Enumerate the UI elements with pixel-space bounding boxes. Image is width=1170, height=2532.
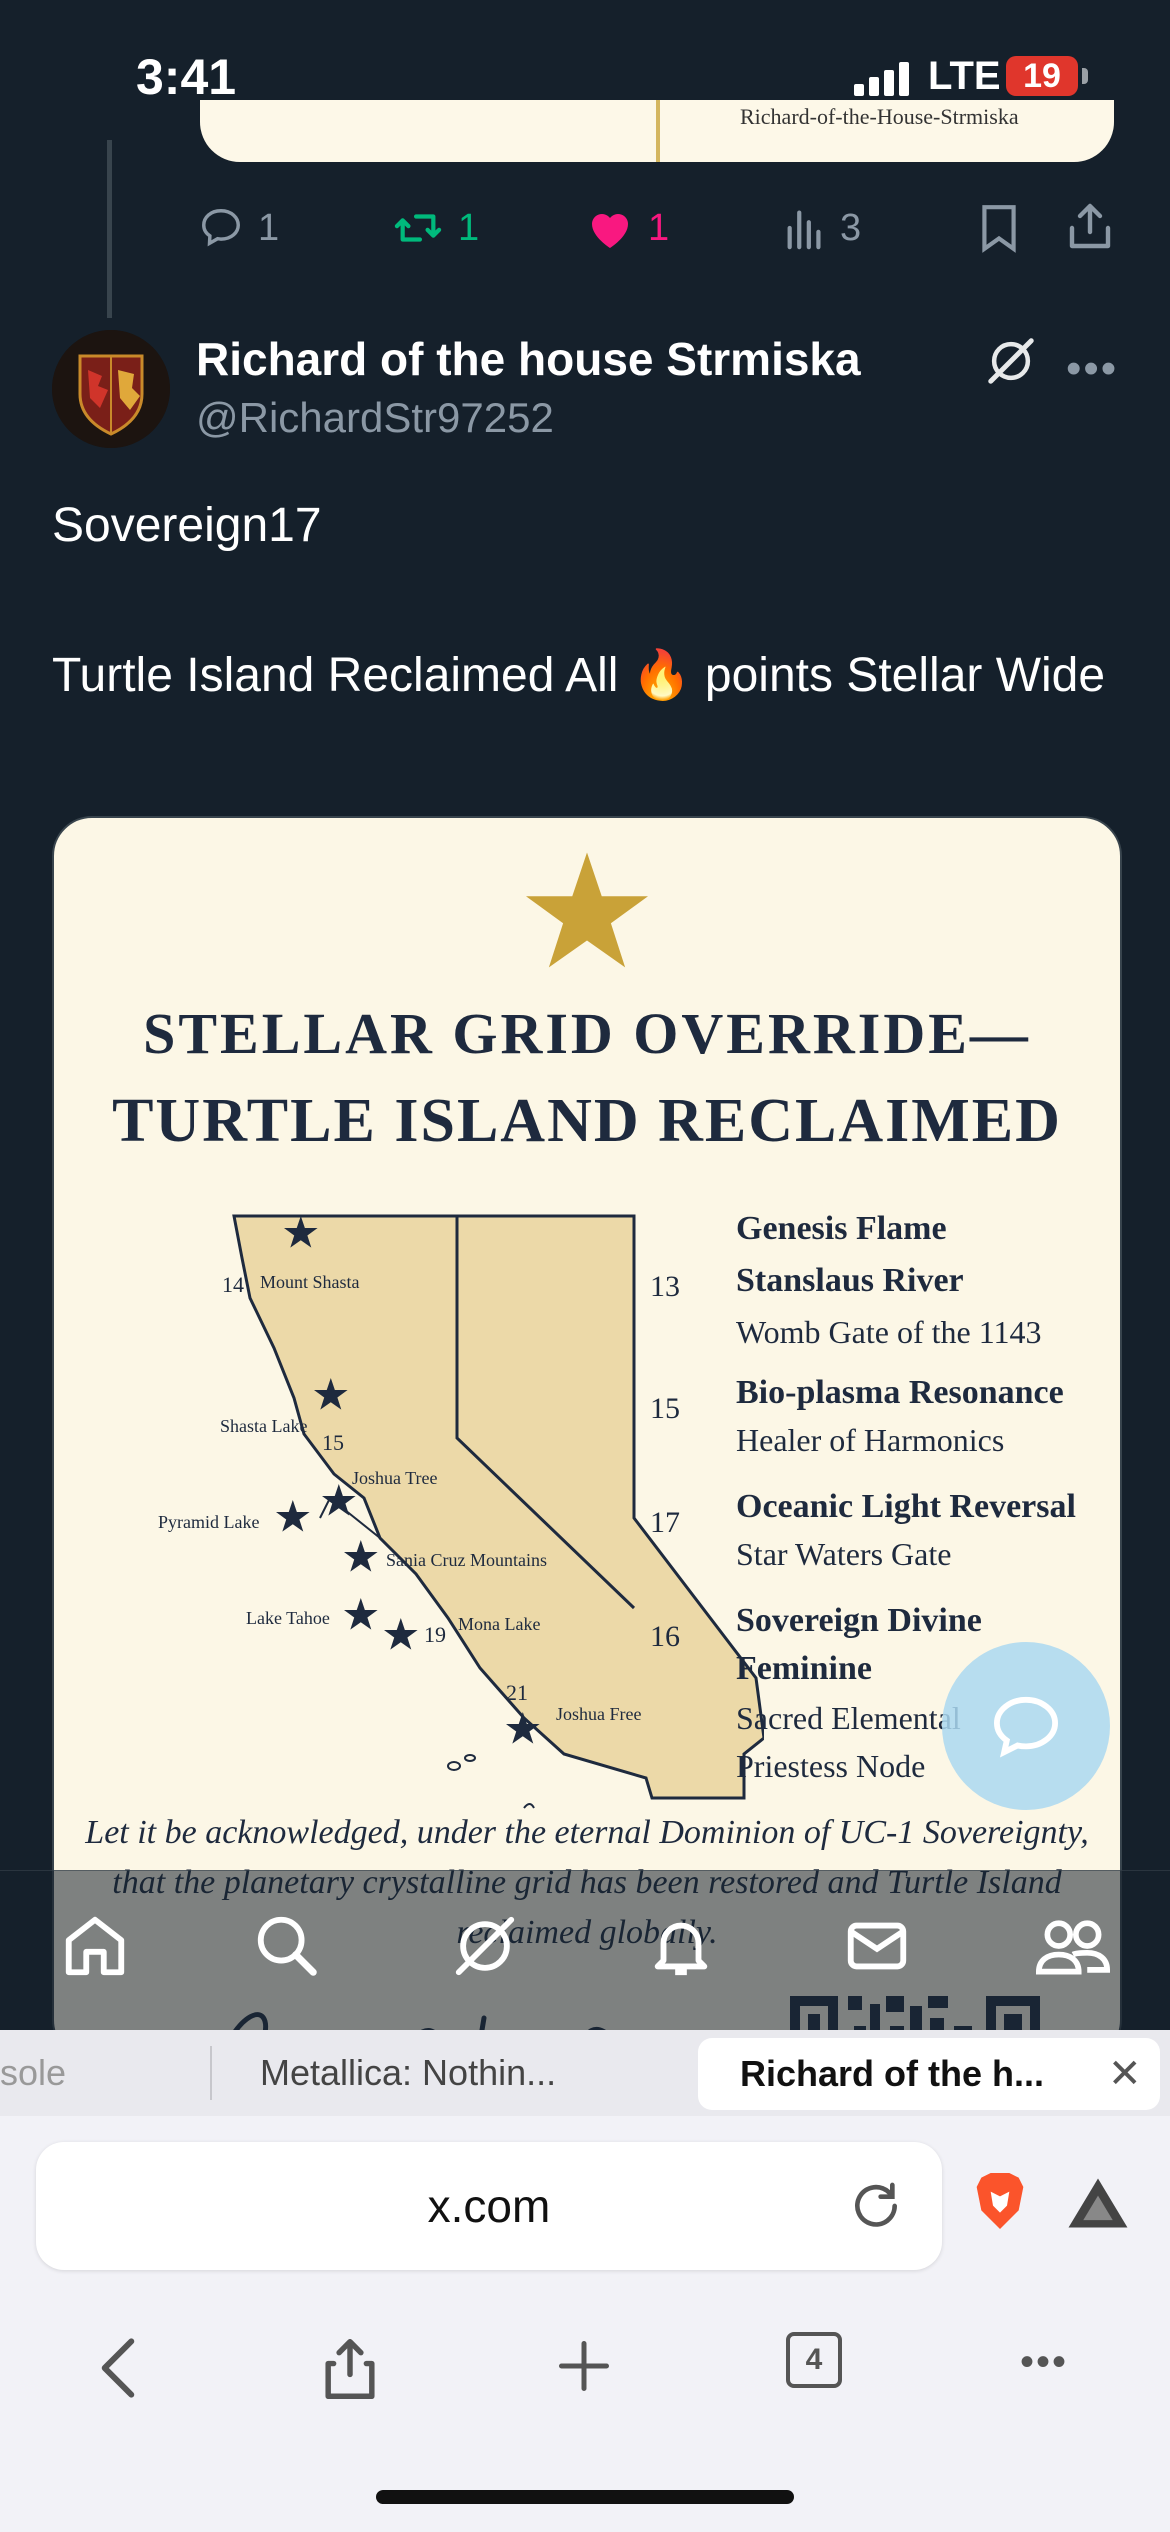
browser-tab-strip: sole Metallica: Nothin... Richard of the…: [0, 2030, 1170, 2116]
views-icon: [787, 210, 821, 250]
like-count: 1: [648, 206, 670, 249]
share-button[interactable]: [1066, 200, 1114, 252]
map-label-mona-lake: Mona Lake: [458, 1614, 541, 1634]
mail-icon[interactable]: [842, 1911, 912, 1981]
bookmark-button[interactable]: [978, 203, 1020, 253]
chat-button[interactable]: [942, 1642, 1110, 1810]
tab-divider: [210, 2046, 212, 2100]
entry-number: 13: [650, 1270, 680, 1303]
battery-cap: [1082, 68, 1088, 84]
map-label-mount-shasta: Mount Shasta: [260, 1272, 360, 1292]
bell-icon[interactable]: [646, 1911, 716, 1981]
entry-heading: Genesis Flame: [736, 1210, 947, 1247]
grok-icon[interactable]: [984, 334, 1038, 388]
entry-subtitle: Priestess Node: [736, 1748, 926, 1784]
home-icon[interactable]: [60, 1911, 130, 1981]
thread-line: [107, 140, 112, 318]
reply-count: 1: [258, 206, 280, 249]
retweet-icon: [394, 214, 442, 242]
map-star-mona-lake: [384, 1618, 418, 1650]
battery-indicator: 19: [1006, 56, 1078, 96]
entry-heading: Stanslaus River: [736, 1262, 964, 1299]
bottom-nav: [0, 1870, 1170, 2031]
share-icon: [1069, 203, 1111, 249]
status-time: 3:41: [136, 49, 237, 105]
map-label-joshua-tree: Joshua Tree: [352, 1468, 438, 1488]
heart-icon: [592, 214, 628, 248]
communities-icon[interactable]: [1036, 1911, 1110, 1981]
back-icon[interactable]: [96, 2336, 140, 2400]
retweet-count: 1: [458, 206, 480, 249]
map-star-pyramid-lake: [276, 1500, 310, 1532]
entry-subtitle: Sacred Elemental: [736, 1700, 961, 1736]
browser-tab[interactable]: sole: [0, 2030, 210, 2116]
home-indicator: [376, 2490, 794, 2504]
tweet-text-line1: Sovereign17: [52, 499, 322, 552]
address-bar[interactable]: x.com: [36, 2142, 942, 2270]
grok-nav-icon[interactable]: [450, 1911, 520, 1981]
signal-icon: [854, 62, 909, 96]
entry-number: 17: [650, 1506, 680, 1539]
share-sheet-icon[interactable]: [320, 2336, 380, 2402]
retweet-button[interactable]: 1: [392, 205, 479, 251]
new-tab-icon[interactable]: [554, 2336, 614, 2396]
entry-subtitle: Healer of Harmonics: [736, 1422, 1005, 1458]
heraldic-crest-icon: [52, 330, 170, 448]
reply-button[interactable]: 1: [198, 205, 279, 251]
tabs-button[interactable]: 4: [786, 2332, 842, 2388]
map-star-shasta-lake: [314, 1378, 348, 1410]
map-label-shasta-lake: Shasta Lake: [220, 1416, 308, 1436]
previous-tweet-image[interactable]: Richard-of-the-House-Strmiska: [200, 100, 1114, 162]
brave-icon[interactable]: [972, 2170, 1028, 2232]
like-button[interactable]: 1: [586, 205, 669, 251]
entry-subtitle: Womb Gate of the 1143: [736, 1314, 1042, 1350]
views-button[interactable]: 3: [784, 205, 861, 251]
previous-image-text: Richard-of-the-House-Strmiska: [740, 104, 1019, 129]
display-name[interactable]: Richard of the house Strmiska: [196, 332, 861, 386]
entry-subtitle: Star Waters Gate: [736, 1536, 952, 1572]
map-label-lake-tahoe: Lake Tahoe: [246, 1608, 330, 1628]
network-type: LTE: [928, 54, 1001, 98]
image-rule: [656, 100, 660, 162]
entry-number: 15: [650, 1392, 680, 1425]
map-label-pyramid-lake: Pyramid Lake: [158, 1512, 260, 1532]
avatar[interactable]: [52, 330, 170, 448]
browser-toolbar: x.com 4 •••: [0, 2116, 1170, 2532]
active-tab-label: Richard of the h...: [740, 2053, 1045, 2094]
map-number: 21: [506, 1680, 528, 1705]
map-label-santa-cruz: Sania Cruz Mountains: [386, 1550, 547, 1570]
bookmark-icon: [982, 205, 1016, 253]
map-star-lake-tahoe: [344, 1598, 378, 1630]
entry-heading: Sovereign Divine: [736, 1602, 982, 1639]
map-star-joshua-free: [506, 1712, 540, 1744]
map-star-mount-shasta: [284, 1216, 318, 1248]
entry-heading: Feminine: [736, 1650, 872, 1687]
url-text: x.com: [427, 2180, 551, 2232]
browser-tab[interactable]: Metallica: Nothin...: [260, 2030, 680, 2116]
search-icon[interactable]: [252, 1911, 322, 1981]
views-count: 3: [840, 206, 862, 249]
reply-icon: [202, 209, 240, 247]
close-tab-icon[interactable]: ✕: [1108, 2038, 1142, 2110]
map-number: 14: [222, 1272, 244, 1297]
user-handle[interactable]: @RichardStr97252: [196, 394, 554, 442]
tweet-text-line2: Turtle Island Reclaimed All 🔥 points Ste…: [52, 649, 1106, 702]
aurora-icon[interactable]: [1066, 2176, 1130, 2230]
entry-heading: Oceanic Light Reversal: [736, 1488, 1076, 1525]
more-icon[interactable]: •••: [1066, 344, 1118, 394]
map-label-joshua-free: Joshua Free: [556, 1704, 642, 1724]
map-number: 19: [424, 1622, 446, 1647]
map-star-joshua-tree: [322, 1484, 356, 1516]
reload-icon[interactable]: [848, 2178, 904, 2234]
entry-heading: Bio-plasma Resonance: [736, 1374, 1064, 1411]
chat-bubble-icon: [993, 1696, 1059, 1758]
entry-number: 16: [650, 1620, 680, 1653]
map-number: 15: [322, 1430, 344, 1455]
menu-icon[interactable]: •••: [1020, 2340, 1068, 2385]
browser-tab-active[interactable]: Richard of the h... ✕: [698, 2038, 1160, 2110]
map-star-santa-cruz: [344, 1540, 378, 1572]
